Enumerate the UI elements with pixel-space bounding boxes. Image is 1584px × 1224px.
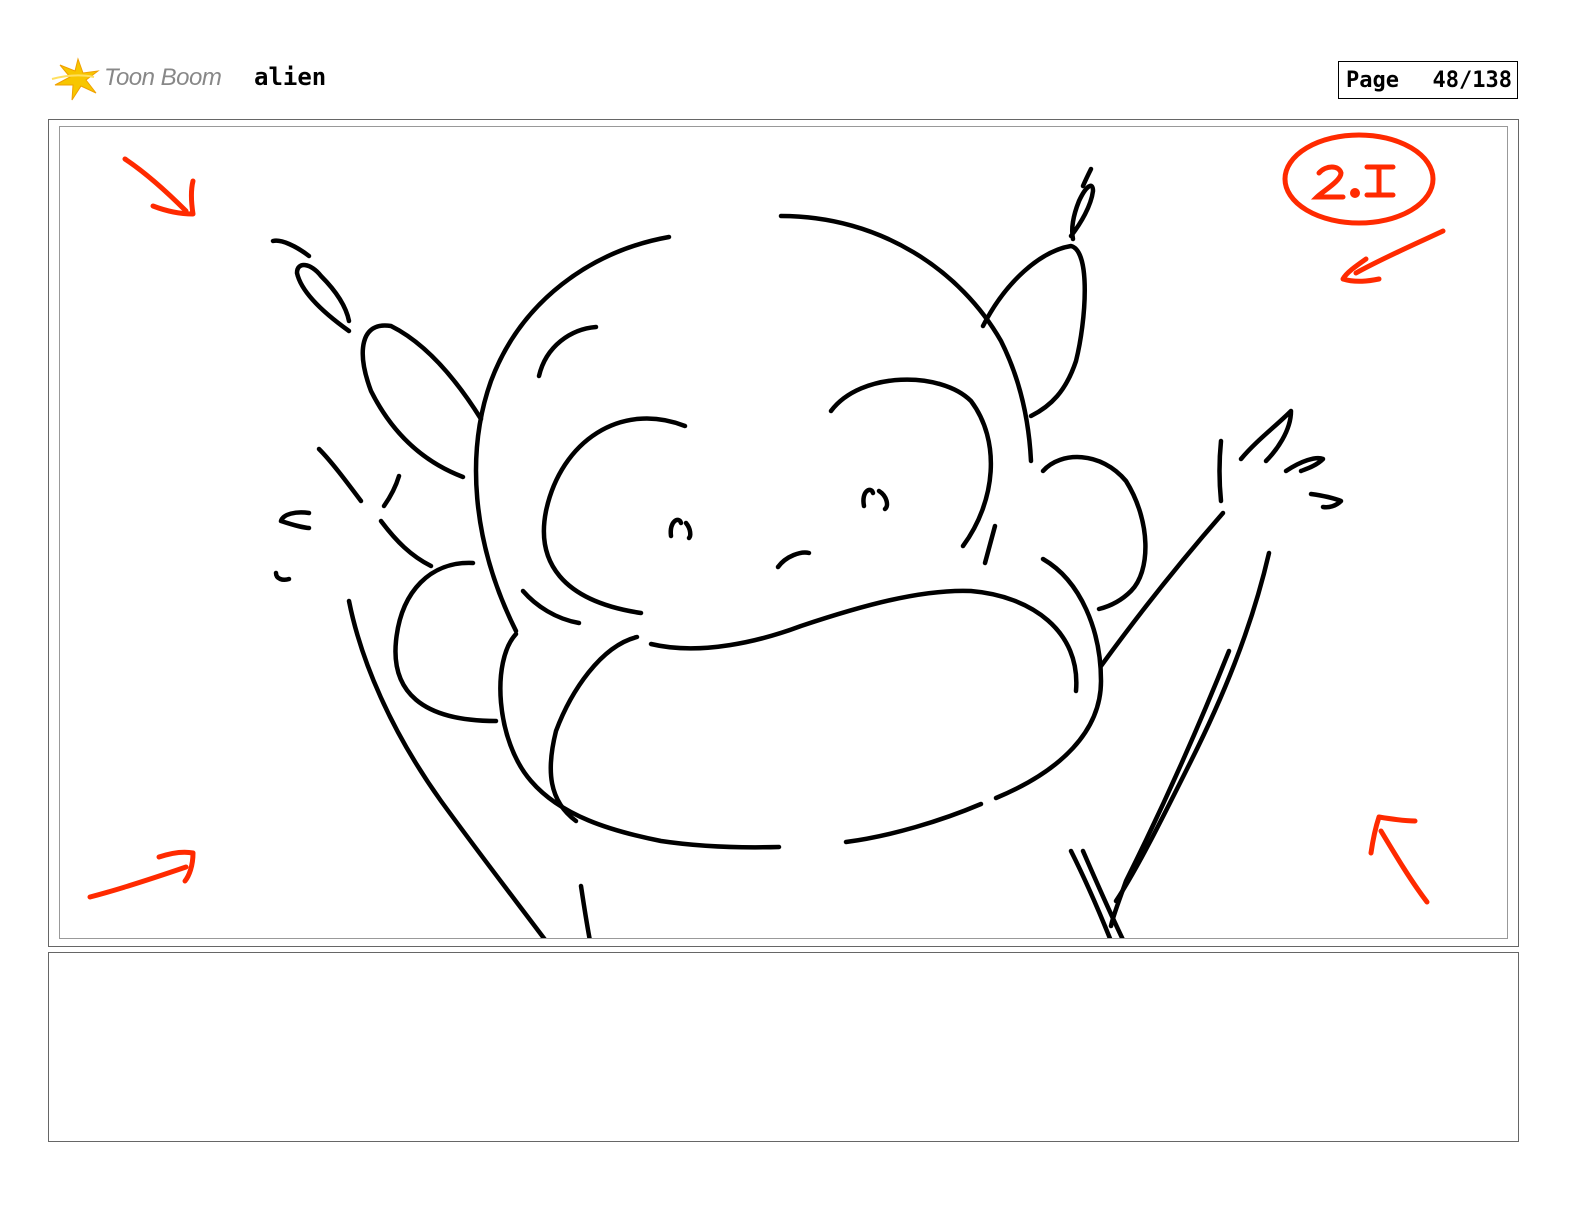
camera-move-arrows: [87, 132, 1446, 905]
page-label: Page: [1346, 67, 1399, 93]
project-title: alien: [254, 63, 327, 91]
shot-label-2-1: [1310, 164, 1396, 200]
logo-text: Toon Boom: [104, 64, 222, 91]
page-indicator: Page 48/138: [1338, 61, 1518, 99]
panel-notes[interactable]: [48, 952, 1519, 1142]
page-number: 48/138: [1432, 67, 1512, 93]
character-sketch: [87, 132, 1446, 938]
storyboard-panel[interactable]: [59, 126, 1508, 939]
